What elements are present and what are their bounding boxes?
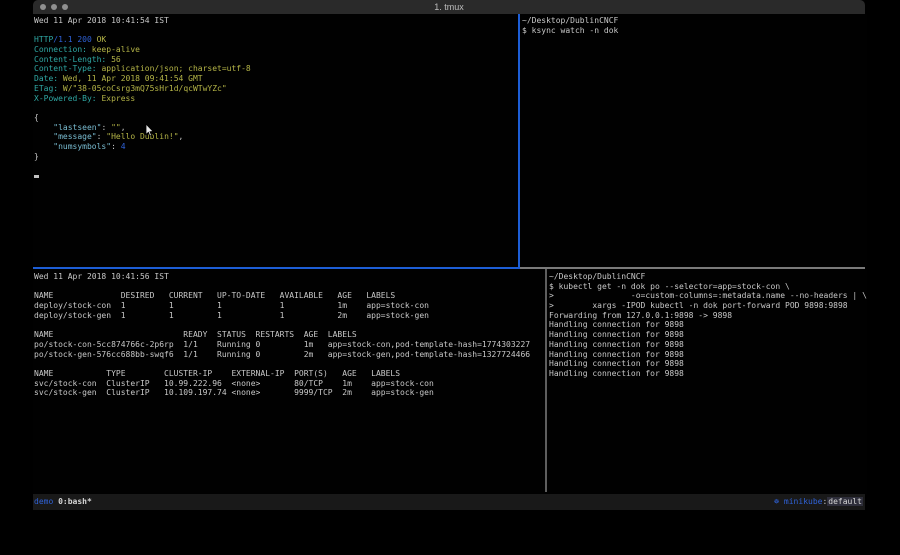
mouse-pointer-icon [145,124,154,137]
tmux-status-bar: demo 0:bash* ☸ minikube:default [33,494,865,510]
pane-border-vertical-bottom[interactable] [545,269,547,492]
window-titlebar[interactable]: 1. tmux [33,0,865,14]
terminal-line: NAME READY STATUS RESTARTS AGE LABELS [34,330,546,340]
terminal-line: ~/Desktop/DublinCNCF [522,16,867,26]
terminal-line: $ kubectl get -n dok po --selector=app=s… [549,282,867,292]
terminal-line: X-Powered-By: Express [34,94,519,104]
terminal-line [34,171,519,181]
terminal-line: ~/Desktop/DublinCNCF [549,272,867,282]
terminal-line: > -o=custom-columns=:metadata.name --no-… [549,291,867,301]
terminal-line [34,282,546,292]
window-title: 1. tmux [33,0,865,14]
terminal-line: ETag: W/"38-05coCsrg3mQ75sHr1d/qcWTwYZc" [34,84,519,94]
pane-port-forward[interactable]: ~/Desktop/DublinCNCF$ kubectl get -n dok… [547,269,867,495]
terminal-line: deploy/stock-gen 1 1 1 1 2m app=stock-ge… [34,311,546,321]
kube-context: minikube [784,497,823,506]
pane-ksync-watch[interactable]: ~/Desktop/DublinCNCF$ ksync watch -n dok [520,14,867,269]
terminal-line: Handling connection for 9898 [549,320,867,330]
terminal-line: { [34,113,519,123]
terminal-line: Wed 11 Apr 2018 10:41:56 IST [34,272,546,282]
terminal-line: svc/stock-gen ClusterIP 10.109.197.74 <n… [34,388,546,398]
kube-namespace: default [827,497,863,506]
terminal-line [34,161,519,171]
terminal-line: "lastseen": "", [34,123,519,133]
terminal-line: Handling connection for 9898 [549,340,867,350]
terminal-line: Handling connection for 9898 [549,350,867,360]
pane-border-horizontal-active[interactable] [33,267,520,269]
terminal-line: "numsymbols": 4 [34,142,519,152]
terminal-line: Handling connection for 9898 [549,359,867,369]
terminal-line: } [34,152,519,162]
terminal-line [34,26,519,36]
terminal-line: po/stock-con-5cc874766c-2p6rp 1/1 Runnin… [34,340,546,350]
status-right: ☸ minikube:default [774,494,863,510]
kubernetes-icon: ☸ [774,497,779,506]
terminal-cursor [34,175,39,178]
terminal-line: Content-Type: application/json; charset=… [34,64,519,74]
pane-border-horizontal[interactable] [520,267,865,269]
terminal-line [34,320,546,330]
terminal-window: 1. tmux Wed 11 Apr 2018 10:41:54 IST HTTP… [33,0,865,510]
terminal-line: Date: Wed, 11 Apr 2018 09:41:54 GMT [34,74,519,84]
terminal-line: Wed 11 Apr 2018 10:41:54 IST [34,16,519,26]
terminal-line: "message": "Hello Dublin!", [34,132,519,142]
terminal-line [34,103,519,113]
terminal-line: NAME DESIRED CURRENT UP-TO-DATE AVAILABL… [34,291,546,301]
pane-border-vertical-top[interactable] [518,14,520,267]
pane-http-response[interactable]: Wed 11 Apr 2018 10:41:54 IST HTTP/1.1 200… [33,14,519,269]
session-name: demo [34,497,53,506]
terminal-line: HTTP/1.1 200 OK [34,35,519,45]
status-left: demo 0:bash* [34,494,92,510]
terminal-line: $ ksync watch -n dok [522,26,867,36]
desktop: { "window": { "title": "1. tmux" }, "col… [0,0,900,555]
pane-kubectl-get[interactable]: Wed 11 Apr 2018 10:41:56 IST NAME DESIRED… [33,269,546,495]
terminal-line: > xargs -IPOD kubectl -n dok port-forwar… [549,301,867,311]
terminal-line: po/stock-gen-576cc688bb-swqf6 1/1 Runnin… [34,350,546,360]
status-window-item[interactable]: 0:bash* [53,497,92,506]
terminal-line: svc/stock-con ClusterIP 10.99.222.96 <no… [34,379,546,389]
terminal-line: deploy/stock-con 1 1 1 1 1m app=stock-co… [34,301,546,311]
terminal-line: Content-Length: 56 [34,55,519,65]
terminal-line: NAME TYPE CLUSTER-IP EXTERNAL-IP PORT(S)… [34,369,546,379]
terminal-line: Handling connection for 9898 [549,369,867,379]
terminal-line: Connection: keep-alive [34,45,519,55]
terminal-line [34,359,546,369]
terminal-line: Forwarding from 127.0.0.1:9898 -> 9898 [549,311,867,321]
terminal-line: Handling connection for 9898 [549,330,867,340]
